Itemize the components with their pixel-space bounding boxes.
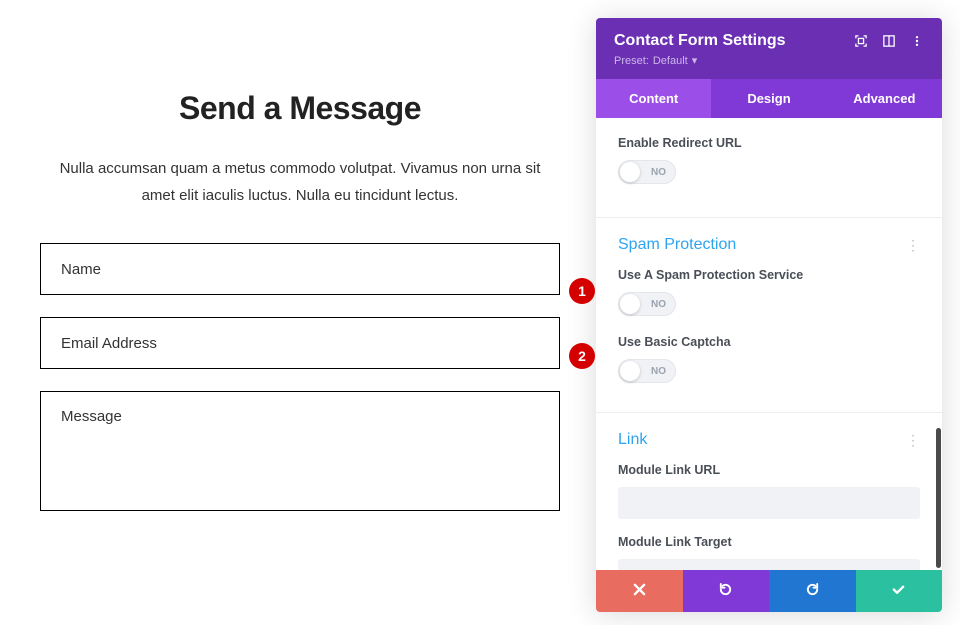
name-field[interactable] [40, 243, 560, 295]
preset-label: Preset: [614, 55, 649, 67]
save-button[interactable] [856, 570, 943, 612]
link-section: Link ⋮ Module Link URL Module Link Targe… [596, 413, 942, 570]
basic-captcha-label: Use Basic Captcha [618, 335, 920, 349]
expand-icon[interactable] [854, 34, 868, 48]
section-options-icon[interactable]: ⋮ [906, 237, 920, 254]
spam-protection-section: Spam Protection ⋮ Use A Spam Protection … [596, 218, 942, 413]
spam-service-label: Use A Spam Protection Service [618, 268, 920, 282]
module-link-target-select[interactable]: In The Same Window [618, 559, 920, 570]
cancel-button[interactable] [596, 570, 683, 612]
module-link-url-label: Module Link URL [618, 463, 920, 477]
toggle-knob [620, 361, 640, 381]
spam-service-toggle[interactable]: NO [618, 292, 676, 316]
more-vertical-icon[interactable] [910, 34, 924, 48]
toggle-text: NO [651, 366, 666, 377]
panel-body: Enable Redirect URL NO Spam Protection ⋮… [596, 118, 942, 570]
check-icon [891, 582, 906, 601]
preset-selector[interactable]: Preset: Default ▾ [614, 54, 786, 67]
redo-button[interactable] [769, 570, 856, 612]
link-section-title: Link [618, 431, 647, 449]
toggle-text: NO [651, 167, 666, 178]
contact-form-preview: Send a Message Nulla accumsan quam a met… [0, 0, 590, 538]
toggle-text: NO [651, 299, 666, 310]
panel-header: Contact Form Settings Preset: Default ▾ [596, 18, 942, 79]
tab-content[interactable]: Content [596, 79, 711, 118]
panel-action-bar [596, 570, 942, 612]
tab-advanced[interactable]: Advanced [827, 79, 942, 118]
redirect-url-label: Enable Redirect URL [618, 136, 920, 150]
annotation-marker-2: 2 [569, 343, 595, 369]
panel-title: Contact Form Settings [614, 32, 786, 50]
email-field[interactable] [40, 317, 560, 369]
redo-icon [805, 582, 820, 601]
undo-icon [718, 582, 733, 601]
module-link-url-input[interactable] [618, 487, 920, 519]
close-icon [633, 583, 646, 600]
preset-value: Default [653, 55, 688, 67]
chevron-down-icon: ▾ [692, 54, 698, 67]
spam-protection-title: Spam Protection [618, 236, 736, 254]
basic-captcha-toggle[interactable]: NO [618, 359, 676, 383]
toggle-knob [620, 294, 640, 314]
form-title: Send a Message [40, 90, 560, 127]
scrollbar-thumb[interactable] [936, 428, 941, 568]
form-description: Nulla accumsan quam a metus commodo volu… [40, 155, 560, 209]
panel-tabs: Content Design Advanced [596, 79, 942, 118]
redirect-url-toggle[interactable]: NO [618, 160, 676, 184]
undo-button[interactable] [683, 570, 770, 612]
toggle-knob [620, 162, 640, 182]
columns-icon[interactable] [882, 34, 896, 48]
section-options-icon[interactable]: ⋮ [906, 432, 920, 449]
tab-design[interactable]: Design [711, 79, 826, 118]
module-link-target-label: Module Link Target [618, 535, 920, 549]
message-field[interactable] [40, 391, 560, 511]
settings-panel: Contact Form Settings Preset: Default ▾ … [596, 18, 942, 612]
annotation-marker-1: 1 [569, 278, 595, 304]
